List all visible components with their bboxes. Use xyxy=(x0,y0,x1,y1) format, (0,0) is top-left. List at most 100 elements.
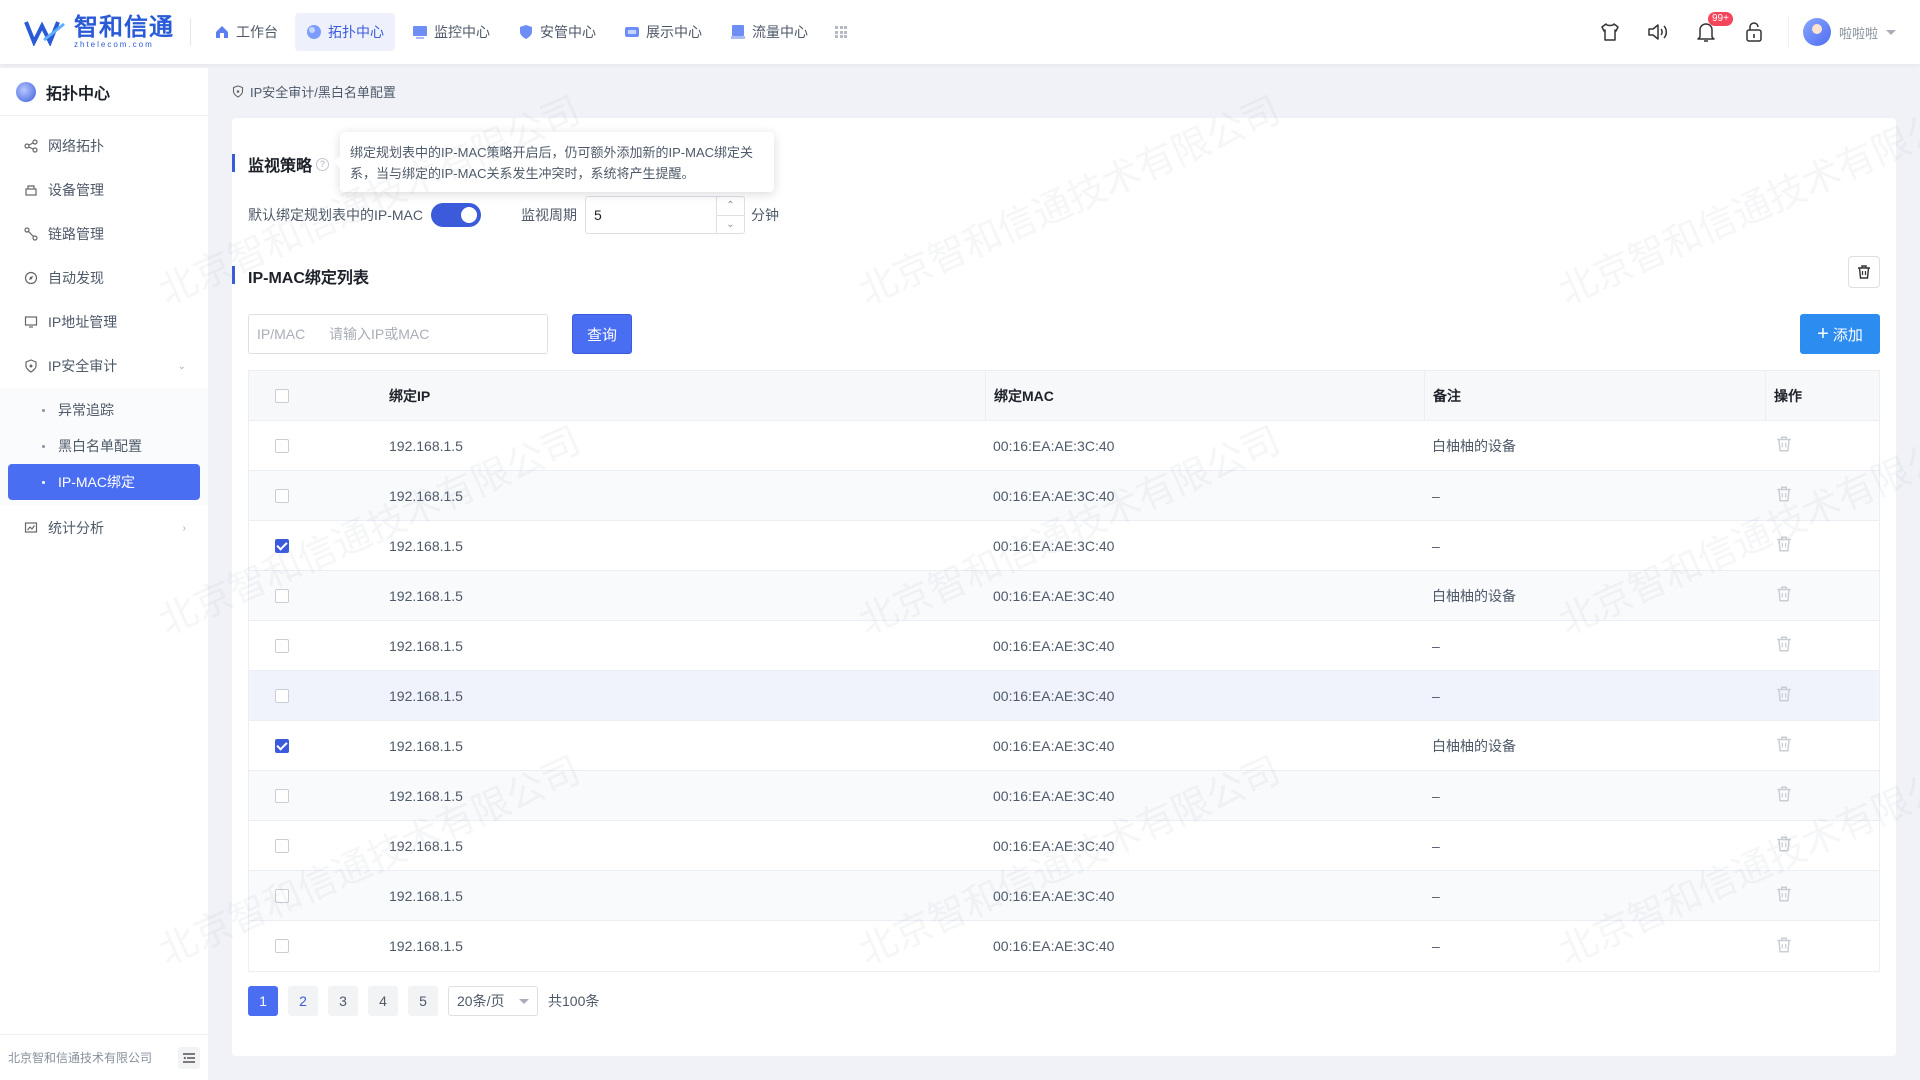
trash-icon[interactable] xyxy=(1775,835,1793,853)
table-row[interactable]: 192.168.1.5 00:16:EA:AE:3C:40 – xyxy=(249,521,1879,571)
default-binding-toggle[interactable] xyxy=(431,203,481,227)
section-list-title: IP-MAC绑定列表 xyxy=(232,264,369,288)
cell-note: 白柚柚的设备 xyxy=(1432,737,1516,754)
cell-note: 白柚柚的设备 xyxy=(1432,437,1516,454)
trash-icon[interactable] xyxy=(1775,485,1793,503)
sidebar-item-auto-discovery[interactable]: 自动发现 xyxy=(0,256,208,300)
main-nav: 工作台 拓扑中心 监控中心 安管中心 展示中心 流量中心 xyxy=(191,0,847,64)
help-icon[interactable]: ? xyxy=(316,157,330,171)
sidebar-subitem-anomaly-tracking[interactable]: 异常追踪 xyxy=(8,392,200,428)
query-button[interactable]: 查询 xyxy=(572,314,632,354)
app-grid-icon[interactable] xyxy=(835,26,847,38)
add-button[interactable]: + 添加 xyxy=(1800,314,1880,354)
row-checkbox[interactable] xyxy=(275,788,289,803)
row-checkbox[interactable] xyxy=(275,588,289,603)
user-name: 啦啦啦 xyxy=(1838,25,1878,41)
sidebar-subitem-ip-mac-binding[interactable]: IP-MAC绑定 xyxy=(8,464,200,500)
sidebar-item-statistics[interactable]: 统计分析 › xyxy=(0,506,208,550)
nav-item-workbench[interactable]: 工作台 xyxy=(203,13,289,51)
nav-item-label: 拓扑中心 xyxy=(328,24,384,40)
page-button[interactable]: 4 xyxy=(368,986,398,1016)
row-checkbox[interactable] xyxy=(275,939,289,953)
logo[interactable]: 智和信通 zhtelecom.com xyxy=(0,0,190,64)
cell-mac: 00:16:EA:AE:3C:40 xyxy=(993,938,1115,954)
user-menu[interactable]: 啦啦啦 xyxy=(1787,16,1920,48)
row-checkbox[interactable] xyxy=(275,838,289,853)
skin-button[interactable] xyxy=(1586,0,1634,64)
sidebar-item-device-management[interactable]: 设备管理 xyxy=(0,168,208,212)
search-input[interactable] xyxy=(329,326,529,342)
pagination: 12345 20条/页 共100条 xyxy=(248,986,599,1016)
logo-mark-icon xyxy=(24,21,65,46)
table-row[interactable]: 192.168.1.5 00:16:EA:AE:3C:40 – xyxy=(249,771,1879,821)
network-icon xyxy=(24,139,38,153)
sidebar-item-ip-security-audit[interactable]: IP安全审计 ⌄ xyxy=(0,344,208,388)
cell-ip: 192.168.1.5 xyxy=(389,887,463,904)
row-checkbox[interactable] xyxy=(275,688,289,703)
trash-icon[interactable] xyxy=(1775,785,1793,803)
notification-button[interactable]: 99+ xyxy=(1682,0,1733,64)
sidebar-subitem-blacklist-config[interactable]: 黑白名单配置 xyxy=(8,428,200,464)
increment-button[interactable]: ⌃ xyxy=(717,197,744,216)
decrement-button[interactable]: ⌄ xyxy=(717,216,744,234)
table-row[interactable]: 192.168.1.5 00:16:EA:AE:3C:40 – xyxy=(249,671,1879,721)
page-button[interactable]: 3 xyxy=(328,986,358,1016)
cell-mac: 00:16:EA:AE:3C:40 xyxy=(993,737,1115,754)
period-stepper[interactable]: 5 ⌃ ⌄ xyxy=(585,196,745,234)
sound-button[interactable] xyxy=(1634,0,1682,64)
sidebar-item-label: IP安全审计 xyxy=(48,358,118,374)
sidebar-item-link-management[interactable]: 链路管理 xyxy=(0,212,208,256)
device-icon xyxy=(25,185,37,196)
table-row[interactable]: 192.168.1.5 00:16:EA:AE:3C:40 白柚柚的设备 xyxy=(249,421,1879,471)
page-button[interactable]: 1 xyxy=(248,986,278,1016)
sidebar-title: 拓扑中心 xyxy=(46,85,111,103)
table-row[interactable]: 192.168.1.5 00:16:EA:AE:3C:40 白柚柚的设备 xyxy=(249,721,1879,771)
table-row[interactable]: 192.168.1.5 00:16:EA:AE:3C:40 – xyxy=(249,871,1879,921)
batch-delete-button[interactable] xyxy=(1848,256,1880,288)
plus-icon: + xyxy=(1817,323,1829,345)
table-row[interactable]: 192.168.1.5 00:16:EA:AE:3C:40 白柚柚的设备 xyxy=(249,571,1879,621)
row-checkbox[interactable] xyxy=(275,538,289,553)
page-button[interactable]: 5 xyxy=(408,986,438,1016)
trash-icon[interactable] xyxy=(1775,635,1793,653)
select-all-checkbox[interactable] xyxy=(275,388,289,403)
collapse-sidebar-button[interactable] xyxy=(178,1047,200,1069)
nav-item-security[interactable]: 安管中心 xyxy=(507,13,607,51)
lock-button[interactable] xyxy=(1730,0,1778,64)
row-checkbox[interactable] xyxy=(275,438,289,453)
search-field[interactable]: IP/MAC xyxy=(248,314,548,354)
cell-mac: 00:16:EA:AE:3C:40 xyxy=(993,637,1115,654)
nav-item-display[interactable]: 展示中心 xyxy=(613,13,713,51)
row-checkbox[interactable] xyxy=(275,738,289,753)
sidebar-item-network-topology[interactable]: 网络拓扑 xyxy=(0,124,208,168)
trash-icon[interactable] xyxy=(1775,585,1793,603)
sidebar-item-ip-management[interactable]: IP地址管理 xyxy=(0,300,208,344)
table-row[interactable]: 192.168.1.5 00:16:EA:AE:3C:40 – xyxy=(249,621,1879,671)
table-row[interactable]: 192.168.1.5 00:16:EA:AE:3C:40 – xyxy=(249,471,1879,521)
cell-mac: 00:16:EA:AE:3C:40 xyxy=(993,537,1115,554)
page-size-value: 20条/页 xyxy=(457,993,505,1009)
trash-icon[interactable] xyxy=(1775,885,1793,903)
nav-item-label: 工作台 xyxy=(236,24,278,40)
row-checkbox[interactable] xyxy=(275,488,289,503)
nav-item-label: 流量中心 xyxy=(752,24,808,40)
trash-icon[interactable] xyxy=(1775,435,1793,453)
topology-icon xyxy=(307,25,321,39)
trash-icon[interactable] xyxy=(1775,936,1793,954)
table-row[interactable]: 192.168.1.5 00:16:EA:AE:3C:40 – xyxy=(249,821,1879,871)
table-row[interactable]: 192.168.1.5 00:16:EA:AE:3C:40 – xyxy=(249,921,1879,971)
nav-item-traffic[interactable]: 流量中心 xyxy=(719,13,819,51)
page-size-select[interactable]: 20条/页 xyxy=(448,986,538,1016)
trash-icon[interactable] xyxy=(1775,735,1793,753)
trash-icon[interactable] xyxy=(1775,535,1793,553)
row-checkbox[interactable] xyxy=(275,638,289,653)
cell-ip: 192.168.1.5 xyxy=(389,737,463,754)
add-button-label: 添加 xyxy=(1832,326,1863,344)
page-button[interactable]: 2 xyxy=(288,986,318,1016)
trash-icon[interactable] xyxy=(1775,685,1793,703)
nav-item-monitor[interactable]: 监控中心 xyxy=(401,13,501,51)
cell-ip: 192.168.1.5 xyxy=(389,637,463,654)
nav-item-topology[interactable]: 拓扑中心 xyxy=(295,13,395,51)
cell-note: 白柚柚的设备 xyxy=(1432,587,1516,604)
row-checkbox[interactable] xyxy=(275,888,289,903)
